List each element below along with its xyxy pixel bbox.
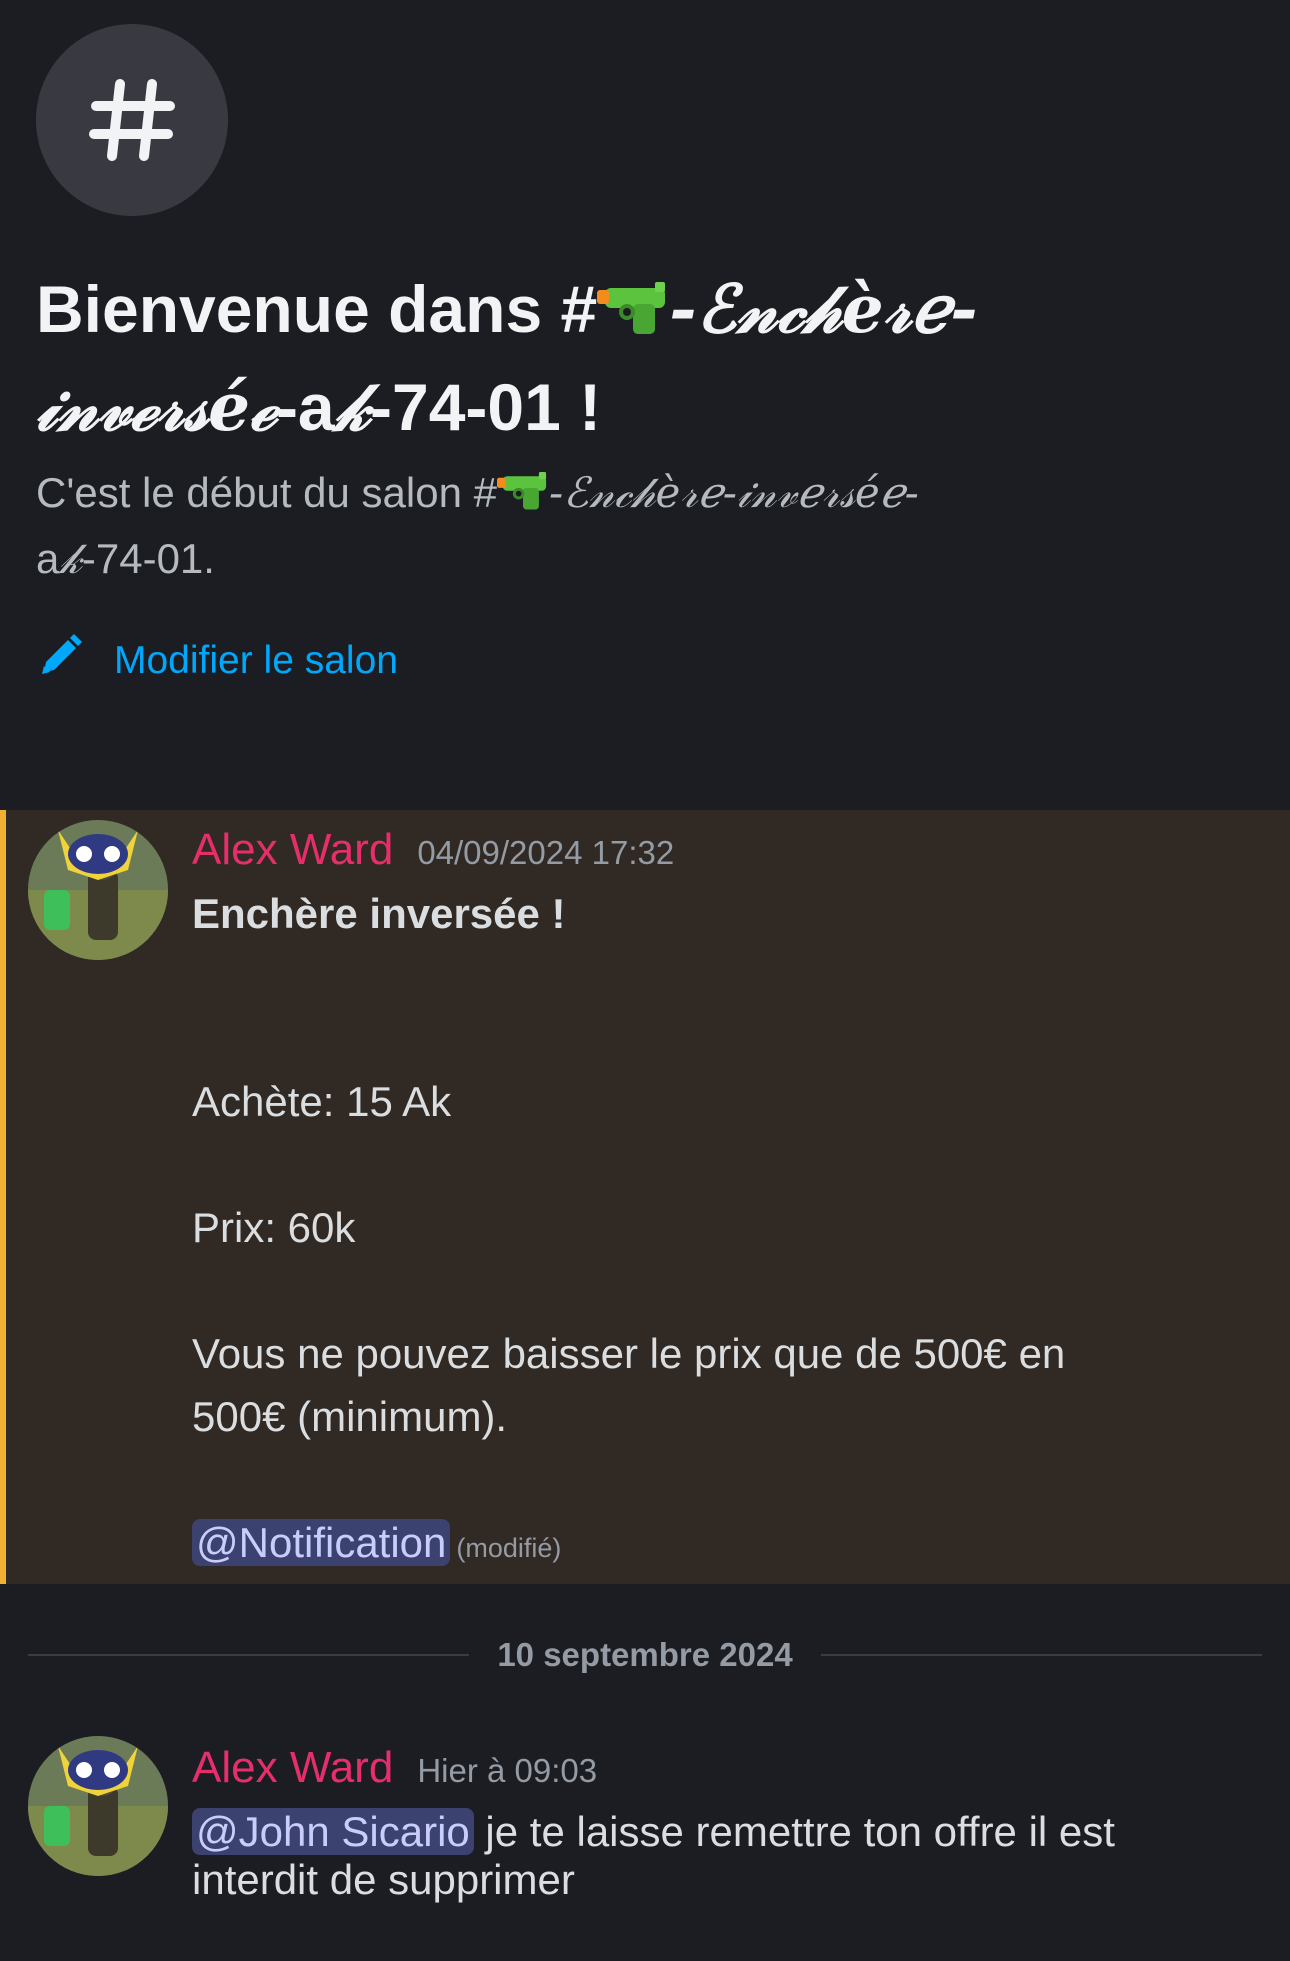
message-header: Alex Ward 04/09/2024 17:32 — [192, 825, 674, 875]
username[interactable]: Alex Ward — [192, 1743, 393, 1793]
message-line: Achète: 15 Ak — [192, 1078, 452, 1125]
edit-channel-label: Modifier le salon — [114, 639, 398, 682]
welcome-name-part2: 𝒾𝓃𝓋ℯ𝓇𝓈éℯ — [36, 368, 276, 446]
message-line: Vous ne pouvez baisser le prix que de 50… — [192, 1330, 1066, 1377]
role-mention[interactable]: @Notification — [192, 1519, 451, 1566]
message-header: Alex Ward Hier à 09:03 — [192, 1743, 597, 1793]
message-line: 500€ (minimum). — [192, 1393, 508, 1440]
welcome-prefix: Bienvenue dans # — [36, 272, 598, 346]
date-divider: 10 septembre 2024 — [28, 1630, 1263, 1680]
subtitle-name-part1: -ℰ𝓃𝒸𝒽è𝓇ℯ-𝒾𝓃𝓋ℯ𝓇𝓈éℯ- — [549, 468, 919, 517]
welcome-name-part1: -ℰ𝓃𝒸𝒽è𝓇ℯ- — [669, 270, 978, 348]
username[interactable]: Alex Ward — [192, 825, 393, 875]
welcome-title: Bienvenue dans # -ℰ𝓃𝒸𝒽è𝓇ℯ-𝒾𝓃𝓋ℯ𝓇𝓈éℯ-a𝓀-74-… — [36, 262, 1196, 454]
divider-line — [820, 1654, 1263, 1656]
welcome-name-part4: 𝓀 — [334, 368, 371, 446]
subtitle-name-part2: a — [36, 535, 60, 582]
message-mention-line: @Notification (modifié) — [192, 1511, 561, 1580]
edited-label: (modifié) — [456, 1533, 562, 1563]
avatar[interactable] — [28, 1736, 168, 1876]
divider-date: 10 septembre 2024 — [497, 1636, 793, 1673]
welcome-name-part3: -a — [275, 370, 335, 444]
message-line: Prix: 60k — [192, 1204, 356, 1251]
message-title: Enchère inversée ! — [192, 890, 566, 937]
subtitle-prefix: C'est le début du salon # — [36, 469, 497, 516]
water-pistol-icon — [597, 266, 669, 360]
welcome-suffix: -74-01 ! — [370, 370, 602, 444]
timestamp: 04/09/2024 17:32 — [417, 834, 675, 871]
edit-channel-link[interactable]: Modifier le salon — [36, 632, 398, 690]
divider-line — [28, 1654, 470, 1656]
subtitle-name-part3: 𝓀 — [59, 534, 82, 583]
water-pistol-icon — [497, 466, 549, 528]
welcome-subtitle: C'est le début du salon # -ℰ𝓃𝒸𝒽è𝓇ℯ-𝒾𝓃𝓋ℯ𝓇𝓈… — [36, 462, 1196, 590]
message-text: interdit de supprimer — [192, 1856, 575, 1903]
pencil-icon — [36, 632, 84, 690]
avatar[interactable] — [28, 820, 168, 960]
channel-hash-icon — [36, 24, 228, 216]
timestamp: Hier à 09:03 — [417, 1752, 598, 1789]
subtitle-suffix: -74-01. — [81, 535, 215, 582]
